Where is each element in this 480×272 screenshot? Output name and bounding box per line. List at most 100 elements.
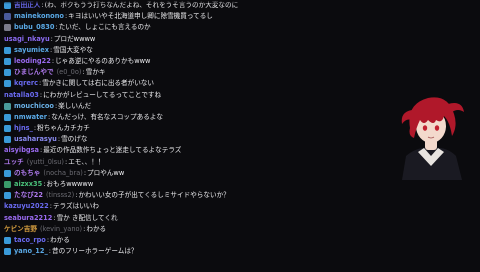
chat-username[interactable]: bubu_0830: [14, 22, 54, 33]
chat-message: たなび22 (tinsss2): かわいい女の子が出てくるしミサイドやらないか？: [0, 190, 330, 201]
chat-message: sayumiex: 雪国大変やな: [0, 45, 330, 56]
chat-message-text: わかる: [86, 224, 107, 233]
chat-username[interactable]: taco_rpo: [14, 235, 46, 246]
chat-username[interactable]: のもちゃ: [14, 168, 40, 179]
chat-username[interactable]: seabura2212: [4, 213, 52, 224]
chat-separator: :: [83, 224, 86, 233]
chat-panel: 吉田正人: (わ、ボクもうう打ちなんだよね、それをうそ言うのか大変なのに maine…: [0, 0, 330, 272]
chat-separator: :: [33, 124, 37, 133]
chat-message: usagi_nkayu: プロだwwww: [0, 34, 330, 45]
chat-message: bubu_0830: たいだ、しょこにも言えるのか: [0, 22, 330, 33]
chat-separator: :: [40, 146, 43, 155]
chat-message: ケビン吉野 (kevin_yano): わかる: [0, 224, 330, 235]
chat-separator: :: [53, 213, 56, 222]
chat-user-handle: (e0_0o): [56, 68, 82, 77]
chat-message-text: 最近の作品数作ちょっと迷走してるよなテラズ: [43, 146, 182, 155]
chat-username[interactable]: たなび22: [14, 190, 43, 201]
chat-fade: [0, 0, 330, 4]
user-badge-icon: [4, 102, 11, 110]
chat-message-text: 雪かきに関しては右に出る者がいない: [42, 79, 154, 88]
chat-username[interactable]: aisyibgsa: [4, 145, 39, 156]
user-badge-icon: [4, 24, 11, 32]
avatar-illustration: [401, 97, 464, 180]
chat-separator: :: [75, 191, 78, 200]
chat-message-text: にわかがレビューしてるってことですね: [43, 90, 162, 99]
chat-username[interactable]: kqrerc: [14, 78, 38, 89]
chat-separator: :: [50, 34, 53, 43]
chat-message-text: 粉ちゃんカチカチ: [37, 124, 90, 133]
chat-username[interactable]: nmwater: [14, 112, 47, 123]
chat-separator: :: [64, 157, 68, 166]
chat-message: kqrerc: 雪かきに関しては右に出る者がいない: [0, 78, 330, 89]
chat-message: ユッチ (yutti_0lsu): エモ、、！！: [0, 157, 330, 168]
user-badge-icon: [4, 248, 11, 256]
chat-message: のもちゃ (nocha_bra): プロやんww: [0, 168, 330, 179]
user-badge-icon: [4, 237, 11, 245]
chat-message: aisyibgsa: 最近の作品数作ちょっと迷走してるよなテラズ: [0, 145, 330, 156]
user-badge-icon: [4, 136, 11, 144]
user-badge-icon: [4, 69, 11, 77]
avatar-eye-right: [434, 125, 440, 131]
chat-message-text: テラズはいいわ: [52, 202, 99, 211]
chat-message-text: 雪かキ: [85, 68, 106, 77]
chat-separator: :: [64, 12, 68, 21]
chat-separator: :: [50, 45, 53, 54]
chat-message-text: エモ、、！！: [68, 157, 105, 166]
chat-separator: :: [49, 202, 52, 211]
chat-message-text: たいだ、しょこにも言えるのか: [58, 23, 151, 32]
chat-separator: :: [54, 101, 58, 110]
user-badge-icon: [4, 192, 11, 200]
chat-message: natalla03: にわかがレビューしてるってことですね: [0, 90, 330, 101]
chat-message-text: 雪か き配信してくれ: [56, 213, 118, 222]
chat-username[interactable]: mainekonono: [14, 11, 64, 22]
chat-username[interactable]: ユッチ: [4, 157, 24, 168]
user-badge-icon: [4, 58, 11, 66]
chat-message-text: おもろwwwww: [46, 180, 94, 188]
chat-message-text: 昔のフリーホラーゲームは？: [51, 247, 138, 256]
chat-message-text: 楽しいんだ: [58, 101, 92, 110]
chat-separator: :: [39, 90, 43, 99]
chat-message: yano_12_: 昔のフリーホラーゲームは？: [0, 246, 330, 257]
chat-username[interactable]: leoding22: [14, 56, 51, 67]
chat-message-text: キヨはいいやそ北海道申し卿に除雪機買ってるし: [68, 12, 213, 21]
user-badge-icon: [4, 80, 11, 88]
avatar-eye-left: [422, 125, 428, 131]
chat-separator: :: [39, 79, 42, 88]
chat-message-text: わかる: [50, 235, 70, 244]
chat-username[interactable]: ケビン吉野: [4, 224, 37, 235]
chat-user-handle: (yutti_0lsu): [26, 157, 64, 166]
chat-separator: :: [83, 168, 87, 177]
chat-message-text: じゃあ逆にやるのありかもwww: [55, 56, 151, 65]
chat-separator: :: [47, 112, 51, 121]
chat-user-handle: (nocha_bra): [43, 168, 83, 177]
chat-username[interactable]: mouchicoo: [14, 101, 54, 112]
user-badge-icon: [4, 181, 11, 189]
chat-message: kazuyu2022: テラズはいいわ: [0, 201, 330, 212]
chat-message-text: なんだっけ、有名なスコップあるよな: [51, 112, 163, 121]
chat-user-handle: (kevin_yano): [39, 224, 83, 233]
chat-message: mainekonono: キヨはいいやそ北海道申し卿に除雪機買ってるし: [0, 11, 330, 22]
chat-username[interactable]: hjns_: [14, 123, 33, 134]
chat-message: ひまじんやで (e0_0o): 雪かキ: [0, 67, 330, 78]
user-badge-icon: [4, 113, 11, 121]
chat-username[interactable]: usagi_nkayu: [4, 34, 50, 45]
chat-message-text: 雪のげな: [61, 135, 88, 144]
chat-username[interactable]: kazuyu2022: [4, 201, 49, 212]
chat-message: leoding22: じゃあ逆にやるのありかもwww: [0, 56, 330, 67]
chat-message: taco_rpo: わかる: [0, 235, 330, 246]
chat-message: aizxx35: おもろwwwww: [0, 179, 330, 190]
user-badge-icon: [4, 169, 11, 177]
chat-username[interactable]: natalla03: [4, 90, 39, 101]
chat-message-text: かわいい女の子が出てくるしミサイドやらないか？: [78, 191, 230, 200]
chat-username[interactable]: usaharasyu: [14, 134, 57, 145]
chat-message: seabura2212: 雪か き配信してくれ: [0, 213, 330, 224]
user-badge-icon: [4, 46, 11, 54]
chat-separator: :: [46, 235, 50, 244]
chat-username[interactable]: sayumiex: [14, 45, 49, 56]
chat-username[interactable]: ひまじんやで: [14, 67, 54, 78]
chat-username[interactable]: aizxx35: [14, 179, 42, 190]
chat-separator: :: [48, 247, 51, 256]
chat-username[interactable]: yano_12_: [14, 246, 48, 257]
chat-message-text: プロやんww: [87, 168, 125, 177]
chat-message: usaharasyu: 雪のげな: [0, 134, 330, 145]
